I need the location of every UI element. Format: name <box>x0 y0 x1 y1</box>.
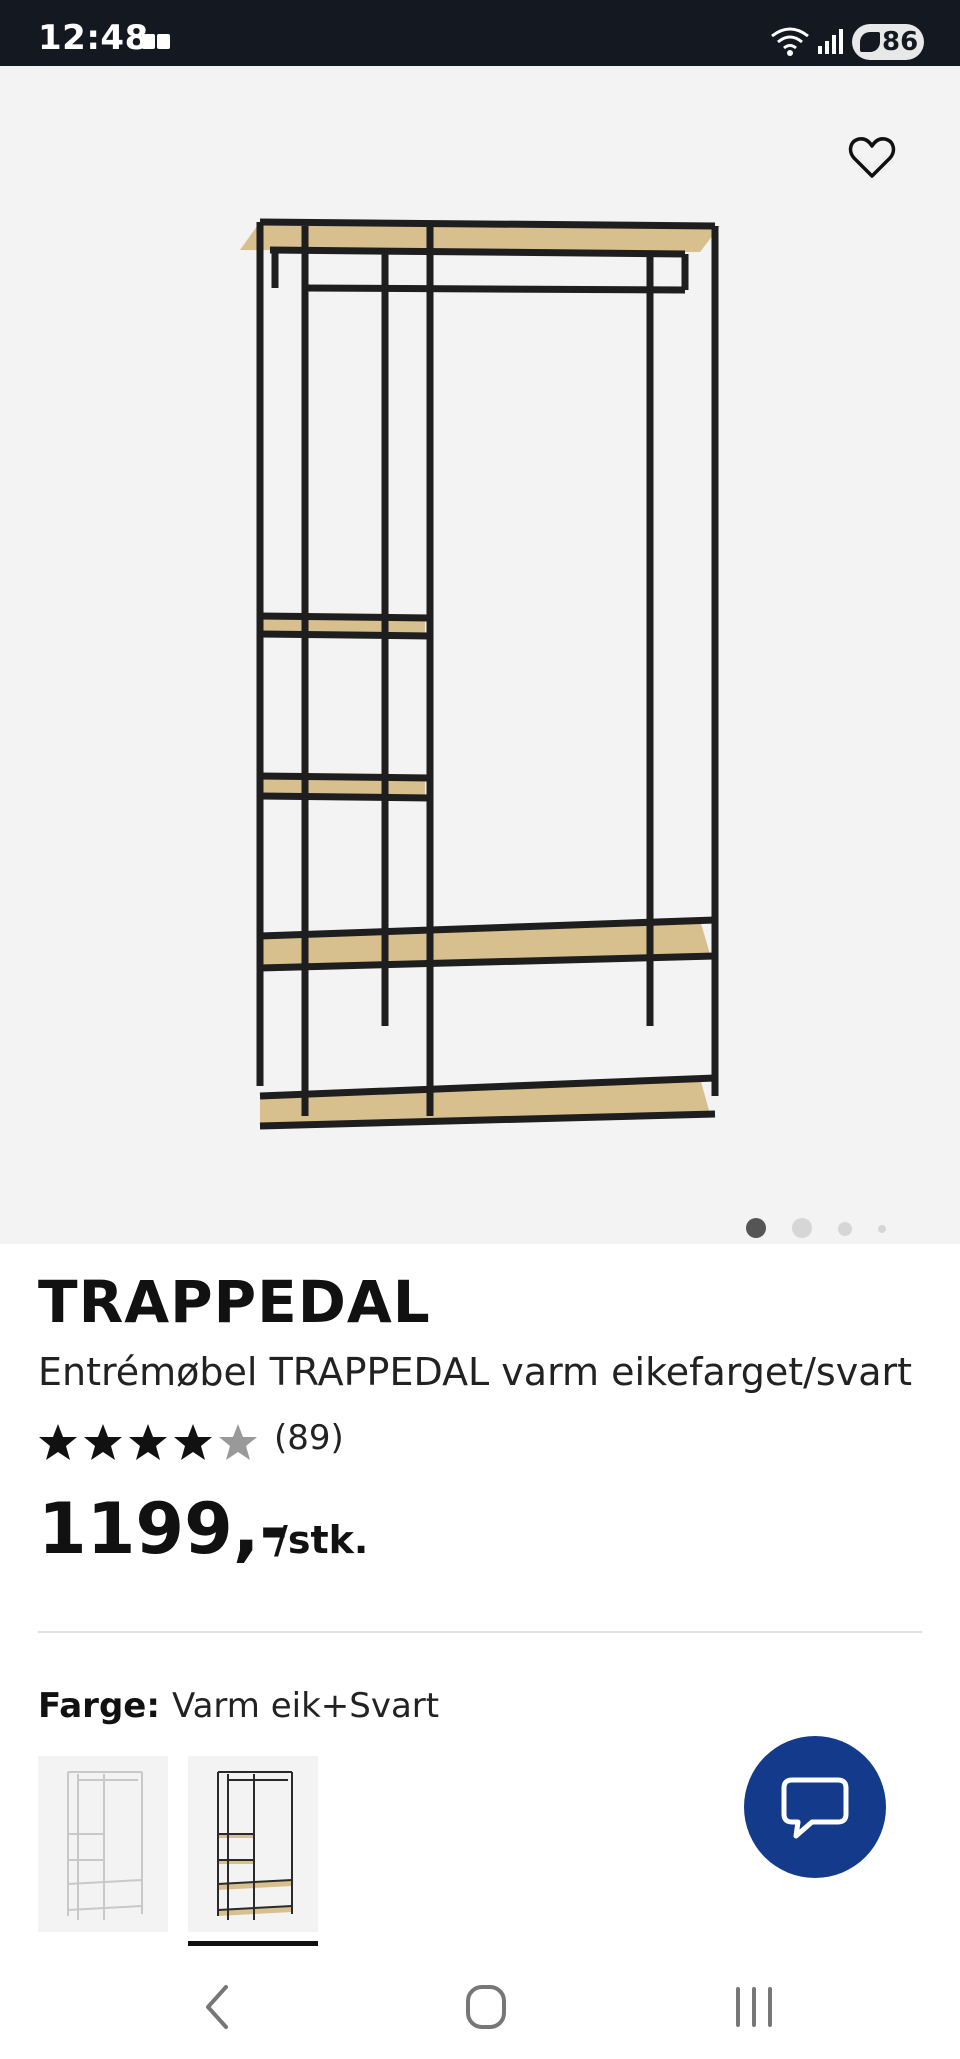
message-icon <box>142 34 172 55</box>
carousel-dot[interactable] <box>792 1218 812 1238</box>
product-title: TRAPPEDAL <box>38 1268 431 1336</box>
swatch-image <box>67 1771 143 1920</box>
back-icon <box>206 1985 228 2029</box>
system-nav-bar <box>0 1955 960 2059</box>
back-button[interactable] <box>178 1979 258 2035</box>
carousel-dot[interactable] <box>878 1225 886 1233</box>
recent-apps-button[interactable] <box>714 1979 794 2035</box>
color-label: Farge: <box>38 1686 160 1726</box>
chat-bubble-icon <box>781 1777 849 1839</box>
review-count[interactable]: (89) <box>274 1418 344 1458</box>
divider <box>38 1631 922 1633</box>
selected-indicator <box>188 1941 318 1946</box>
color-selector-label: Farge: Varm eik+Svart <box>38 1686 439 1726</box>
status-bar: 12:48 86 <box>0 0 960 66</box>
color-swatch-white[interactable] <box>38 1756 168 1932</box>
battery-icon: 86 <box>852 24 924 60</box>
carousel-dot[interactable] <box>746 1218 766 1238</box>
price: 1199,- <box>38 1488 289 1570</box>
chat-button[interactable] <box>744 1736 886 1878</box>
product-image-carousel[interactable] <box>0 66 960 1244</box>
swatch-image <box>217 1771 293 1920</box>
recent-apps-icon <box>736 1987 772 2027</box>
signal-icon <box>816 28 844 61</box>
product-description: Entrémøbel TRAPPEDAL varm eikefarget/sva… <box>38 1350 913 1394</box>
wifi-icon <box>770 26 810 63</box>
product-image <box>240 218 720 1130</box>
battery-level: 86 <box>882 27 919 57</box>
favorite-button[interactable] <box>848 136 896 180</box>
carousel-dot[interactable] <box>838 1222 852 1236</box>
color-value: Varm eik+Svart <box>171 1686 440 1726</box>
heart-outline-icon <box>848 137 896 178</box>
home-icon <box>466 1985 506 2029</box>
home-button[interactable] <box>446 1979 526 2035</box>
battery-saver-icon <box>860 32 880 52</box>
price-unit: /stk. <box>274 1518 369 1562</box>
color-swatch-varm-eik-svart[interactable] <box>188 1756 318 1946</box>
status-time: 12:48 <box>38 18 149 58</box>
star-rating-icon <box>39 1424 257 1460</box>
